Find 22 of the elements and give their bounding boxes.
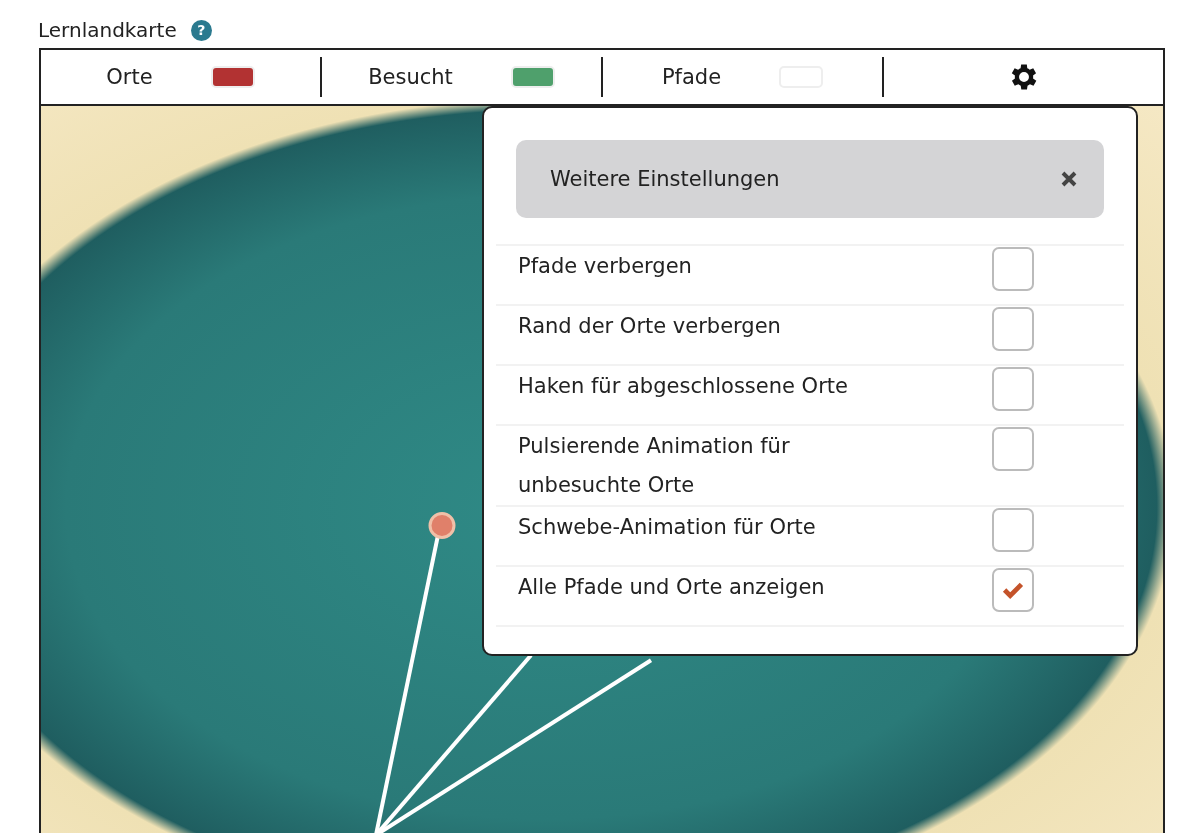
color-swatch[interactable] xyxy=(210,66,255,88)
option-label: Pfade verbergen xyxy=(518,253,692,280)
map-title: Lernlandkarte xyxy=(38,18,177,42)
help-button[interactable]: ? xyxy=(190,19,212,41)
checkbox[interactable] xyxy=(992,568,1034,612)
option-label: Haken für abgeschlossene Orte xyxy=(518,373,848,400)
checkbox[interactable] xyxy=(992,307,1034,351)
checkbox[interactable] xyxy=(992,247,1034,291)
color-swatch[interactable] xyxy=(510,66,555,88)
place-marker[interactable] xyxy=(428,511,456,539)
option-label: Rand der Orte verbergen xyxy=(518,313,781,340)
legend-label: Besucht xyxy=(368,65,453,89)
legend-label: Orte xyxy=(106,65,153,89)
popup-title: Weitere Einstellungen xyxy=(550,167,780,191)
checkbox[interactable] xyxy=(992,427,1034,471)
checkbox[interactable] xyxy=(992,508,1034,552)
option-label: Schwebe-Animation für Orte xyxy=(518,514,816,541)
close-icon[interactable] xyxy=(1060,170,1078,188)
option-label: Alle Pfade und Orte anzeigen xyxy=(518,574,825,601)
option-label: Pulsierende Animation für unbesuchte Orte xyxy=(518,433,791,499)
checkbox[interactable] xyxy=(992,367,1034,411)
legend-label: Pfade xyxy=(661,65,722,89)
